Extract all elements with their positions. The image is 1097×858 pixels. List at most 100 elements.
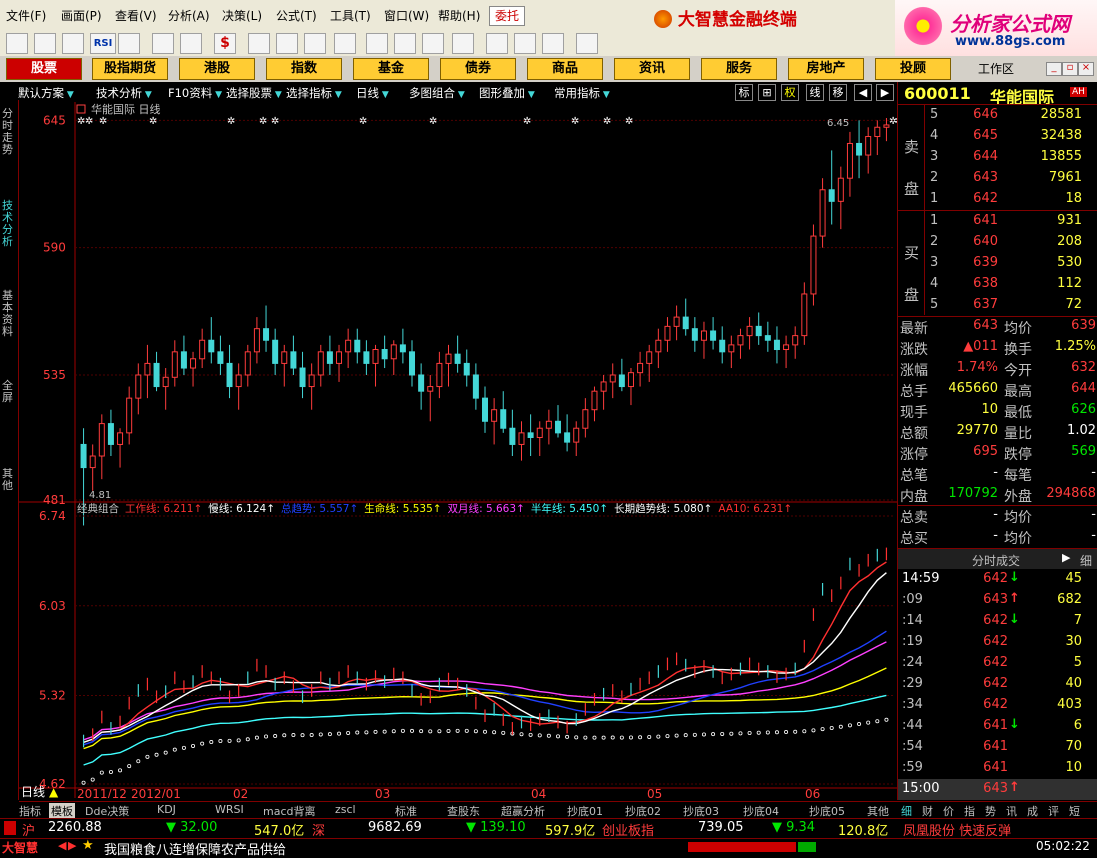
chart-svg[interactable]: 华能国际 日线6455905354816.454.81✲ ✲ ✲ ✲ ✲ ✲ ✲ ✲ ✲ ✲ ✲ ✲ ✲…	[19, 102, 903, 801]
ruler-icon[interactable]	[180, 33, 202, 54]
right-tab[interactable]: 指	[964, 803, 975, 819]
right-tab[interactable]: 势	[985, 803, 996, 819]
chart-tool-1[interactable]: 技术分析 ▼	[96, 85, 152, 101]
indicator-tab[interactable]: 抄底01	[567, 803, 603, 819]
category-8[interactable]: 服务	[701, 58, 777, 80]
menu-window[interactable]: 窗口(W)	[384, 7, 429, 24]
event-marker-icon[interactable]: ✲	[523, 116, 531, 127]
tick-detail[interactable]: 细	[1080, 552, 1092, 569]
event-marker-icon[interactable]: ✲	[227, 116, 235, 127]
right-tab[interactable]: 价	[943, 803, 954, 819]
left-tab-4[interactable]: 其他	[2, 468, 16, 492]
menu-analysis[interactable]: 分析(A)	[168, 7, 210, 24]
indicator-tab[interactable]: zscl	[335, 803, 356, 816]
indicator-tab[interactable]: KDJ	[157, 803, 176, 816]
menu-decision[interactable]: 决策(L)	[222, 7, 262, 24]
help-icon[interactable]	[576, 33, 598, 54]
event-marker-icon[interactable]: ✲	[429, 116, 437, 127]
event-marker-icon[interactable]: ✲	[149, 116, 157, 127]
indicator-tab[interactable]: 超赢分析	[501, 803, 545, 819]
buy-order-row[interactable]: 2 640 208	[898, 232, 1097, 253]
book-icon[interactable]	[542, 33, 564, 54]
period-toggle-icon[interactable]: ▲	[49, 785, 59, 799]
scroll-news[interactable]: 凤凰股份 快速反弹	[903, 820, 1011, 839]
chart-btn-3[interactable]: 移	[829, 84, 847, 101]
prev-icon[interactable]: ◀	[854, 84, 872, 101]
star-icon[interactable]	[452, 33, 474, 54]
period-label[interactable]: 日线	[21, 785, 45, 799]
sell-order-row[interactable]: 4 645 32438	[898, 126, 1097, 147]
workarea-label[interactable]: 工作区	[978, 60, 1014, 77]
category-9[interactable]: 房地产	[788, 58, 864, 80]
binoculars-icon[interactable]	[304, 33, 326, 54]
chart-tool-0[interactable]: 默认方案 ▼	[18, 85, 74, 101]
sell-order-row[interactable]: 2 643 7961	[898, 168, 1097, 189]
left-tab-2[interactable]: 基本资料	[2, 290, 16, 338]
left-tab-0[interactable]: 分时走势	[2, 108, 16, 156]
sell-order-row[interactable]: 1 642 18	[898, 189, 1097, 210]
close-icon[interactable]: ×	[1078, 62, 1094, 76]
category-6[interactable]: 商品	[527, 58, 603, 80]
menu-help[interactable]: 帮助(H)	[438, 7, 480, 24]
restore-icon[interactable]: ▫	[1062, 62, 1078, 76]
event-marker-icon[interactable]: ✲	[85, 116, 93, 127]
ah-badge[interactable]: AH	[1070, 87, 1087, 97]
print-icon[interactable]	[486, 33, 508, 54]
menu-tools[interactable]: 工具(T)	[330, 7, 371, 24]
minimize-icon[interactable]: _	[1046, 62, 1062, 76]
brand-label[interactable]: 大智慧	[2, 839, 38, 856]
open-icon[interactable]	[6, 33, 28, 54]
indicator-tab[interactable]: 抄底04	[743, 803, 779, 819]
sell-order-row[interactable]: 3 644 13855	[898, 147, 1097, 168]
buy-order-row[interactable]: 5 637 72	[898, 295, 1097, 316]
diamond-icon[interactable]	[394, 33, 416, 54]
chart-tool-6[interactable]: 多图组合 ▼	[409, 85, 465, 101]
menu-file[interactable]: 文件(F)	[6, 7, 46, 24]
menu-view[interactable]: 查看(V)	[115, 7, 157, 24]
move-icon[interactable]	[152, 33, 174, 54]
tick-play-icon[interactable]: ▶	[1062, 551, 1070, 564]
chart-tool-5[interactable]: 日线 ▼	[356, 85, 389, 101]
chart-tool-7[interactable]: 图形叠加 ▼	[479, 85, 535, 101]
indicator-tab[interactable]: 标准	[395, 803, 417, 819]
indicator-tab[interactable]: 指标	[19, 803, 41, 819]
dollar-icon[interactable]: $	[214, 33, 236, 54]
event-marker-icon[interactable]: ✲	[259, 116, 267, 127]
category-10[interactable]: 投顾	[875, 58, 951, 80]
f10-icon[interactable]	[422, 33, 444, 54]
rsi-icon[interactable]: RSI	[90, 33, 116, 54]
right-tab[interactable]: 细	[901, 803, 912, 819]
indicator-tab[interactable]: 抄底02	[625, 803, 661, 819]
news-next-icon[interactable]: ▶	[68, 839, 76, 852]
buy-order-row[interactable]: 4 638 112	[898, 274, 1097, 295]
category-2[interactable]: 港股	[179, 58, 255, 80]
sz-label[interactable]: 深	[312, 820, 325, 839]
menu-screen[interactable]: 画面(P)	[61, 7, 102, 24]
right-tab[interactable]: 评	[1048, 803, 1059, 819]
cy-label[interactable]: 创业板指	[602, 820, 654, 839]
indicator-tab[interactable]: WRSI	[215, 803, 244, 816]
crosshair-icon[interactable]: ⊞	[758, 84, 776, 101]
category-3[interactable]: 指数	[266, 58, 342, 80]
event-marker-icon[interactable]: ✲	[271, 116, 279, 127]
indicator-tab[interactable]: 其他	[867, 803, 889, 819]
news-headline[interactable]: 我国粮食八连增保障农产品供给	[104, 839, 286, 858]
buy-order-row[interactable]: 3 639 530	[898, 253, 1097, 274]
menu-formula[interactable]: 公式(T)	[276, 7, 317, 24]
chart-btn-0[interactable]: 标	[735, 84, 753, 101]
event-marker-icon[interactable]: ✲	[359, 116, 367, 127]
indicator-tab[interactable]: 模板	[49, 803, 75, 819]
sell-order-row[interactable]: 5 646 28581	[898, 105, 1097, 126]
sh-label[interactable]: 沪	[22, 820, 35, 839]
right-tab[interactable]: 成	[1027, 803, 1038, 819]
category-7[interactable]: 资讯	[614, 58, 690, 80]
window-icon[interactable]	[514, 33, 536, 54]
right-tab[interactable]: 讯	[1006, 803, 1017, 819]
indicator-tab[interactable]: 抄底05	[809, 803, 845, 819]
right-tab[interactable]: 短	[1069, 803, 1080, 819]
buy-order-row[interactable]: 1 641 931	[898, 211, 1097, 232]
indicator-tab[interactable]: macd背离	[263, 803, 316, 819]
news-prev-icon[interactable]: ◀	[58, 839, 66, 852]
left-tab-3[interactable]: 全屏	[2, 380, 16, 404]
chart-tool-8[interactable]: 常用指标 ▼	[554, 85, 610, 101]
